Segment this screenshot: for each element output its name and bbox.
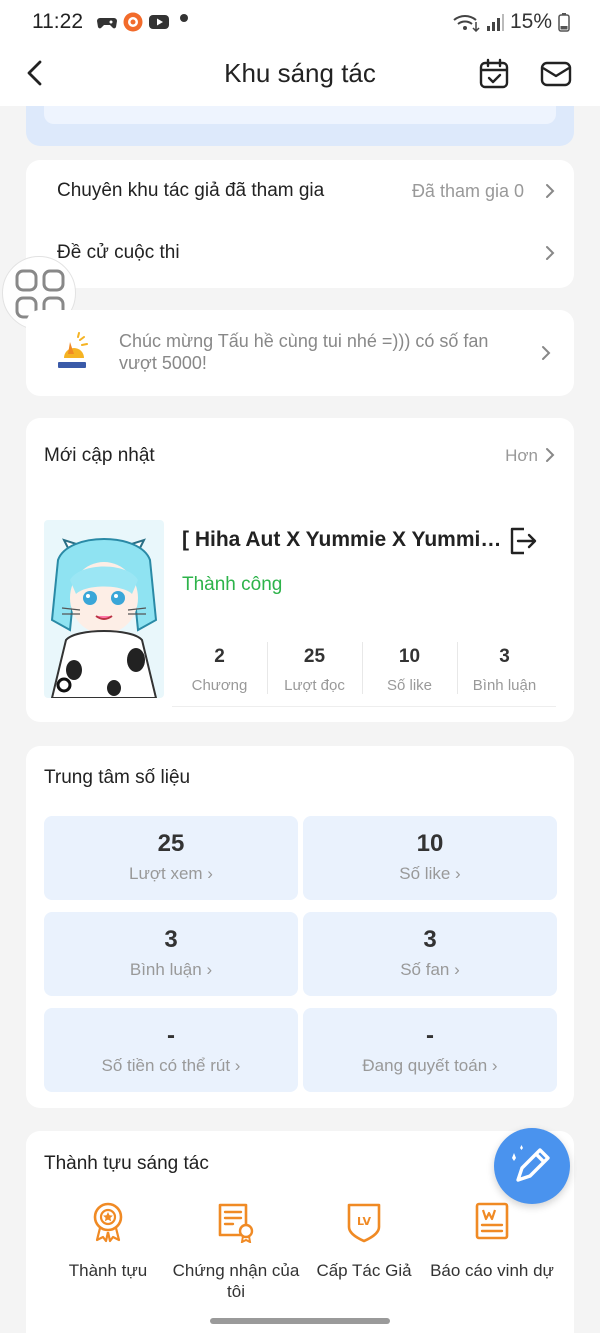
more-link[interactable]: Hơn	[505, 446, 538, 466]
tile-views[interactable]: 25 Lượt xem ›	[44, 816, 298, 900]
chevron-right-icon: ›	[491, 1056, 498, 1075]
home-indicator[interactable]	[210, 1318, 390, 1324]
recent-updates-title: Mới cập nhật	[44, 445, 155, 466]
stat-label: Bình luận	[472, 677, 537, 694]
write-fab-button[interactable]	[494, 1128, 570, 1204]
tile-label: Số fan ›	[400, 960, 460, 979]
achievements-title: Thành tựu sáng tác	[44, 1153, 209, 1174]
notification-icons	[96, 12, 170, 32]
story-cover[interactable]	[44, 520, 164, 698]
battery-percent: 15%	[509, 10, 552, 33]
chevron-right-icon	[546, 184, 555, 198]
achievement-label: Chứng nhận của tôi	[172, 1261, 300, 1301]
chevron-right-icon: ›	[207, 864, 213, 883]
mail-icon[interactable]	[540, 60, 572, 88]
stat-likes: 10 Số like	[362, 640, 457, 700]
calendar-check-icon[interactable]	[478, 58, 510, 90]
joined-zones-value: Đã tham gia 0	[411, 181, 524, 201]
youtube-icon	[149, 15, 169, 29]
tile-comments[interactable]: 3 Bình luận ›	[44, 912, 298, 996]
stat-comments: 3 Bình luận	[457, 640, 552, 700]
announcement-card[interactable]: Chúc mừng Tấu hề cùng tui nhé =))) có số…	[26, 310, 574, 396]
achievement-label: Thành tựu	[68, 1261, 148, 1280]
chevron-right-icon	[546, 246, 555, 260]
exit-icon[interactable]	[506, 525, 538, 557]
stat-label: Chương	[191, 677, 248, 694]
chevron-right-icon: ›	[455, 864, 461, 883]
stat-value: 10	[398, 646, 421, 667]
tile-value: -	[167, 1022, 175, 1049]
nominate-contest-row[interactable]: Đề cử cuộc thi	[26, 222, 574, 284]
certificate-icon	[218, 1203, 254, 1244]
divider	[172, 706, 556, 707]
megaphone-icon	[58, 332, 88, 368]
joined-zones-row[interactable]: Chuyên khu tác giả đã tham gia Đã tham g…	[26, 160, 574, 222]
promo-banner[interactable]	[26, 106, 574, 146]
tile-settling[interactable]: - Đang quyết toán ›	[303, 1008, 557, 1092]
page-title: Khu sáng tác	[224, 58, 376, 88]
system-status: 15%	[452, 10, 570, 34]
stat-reads: 25 Lượt đọc	[267, 640, 362, 700]
honor-report-icon	[475, 1202, 509, 1240]
tile-value: 3	[164, 926, 178, 953]
story-title[interactable]: [ Hiha Aut X Yummie X Yummie...	[182, 528, 507, 552]
story-stats: 2 Chương 25 Lượt đọc 10 Số like 3 Bình l…	[172, 640, 552, 700]
status-time: 11:22	[32, 10, 83, 33]
data-center-title: Trung tâm số liệu	[44, 767, 191, 788]
tile-value: 25	[157, 830, 185, 857]
tile-value: 3	[423, 926, 437, 953]
promo-banner-inner	[44, 106, 556, 124]
stat-value: 25	[303, 646, 326, 667]
pen-icon	[512, 1145, 550, 1182]
chevron-right-icon: ›	[206, 960, 213, 979]
achievement-label: Cấp Tác Giả	[316, 1261, 412, 1280]
chevron-right-icon[interactable]	[544, 446, 556, 464]
achievement-item-author-level[interactable]: LV Cấp Tác Giả	[298, 1201, 430, 1281]
stat-value: 3	[499, 646, 510, 667]
data-center-card: Trung tâm số liệu 25 Lượt xem › 10 Số li…	[26, 746, 574, 1108]
recent-updates-card: Mới cập nhật Hơn [ Hiha Aut X Yummie X Y…	[26, 418, 574, 722]
achievements-card: Thành tựu sáng tác Thành tựu Chứng nhận …	[26, 1131, 574, 1333]
tile-value: 10	[416, 830, 444, 857]
top-app-bar: Khu sáng tác	[0, 44, 600, 106]
achievement-item-honor-report[interactable]: Báo cáo vinh dự	[426, 1201, 558, 1281]
more-notifications-dot	[180, 14, 188, 22]
stat-label: Số like	[386, 677, 433, 694]
level-badge-icon: LV	[347, 1203, 381, 1243]
achievement-item-achievements[interactable]: Thành tựu	[42, 1201, 174, 1281]
tile-value: -	[426, 1022, 434, 1049]
signal-icon	[486, 14, 504, 31]
joined-zones-label: Chuyên khu tác giả đã tham gia	[57, 180, 325, 201]
tile-label: Lượt xem ›	[129, 864, 213, 883]
app-badge-icon	[123, 12, 143, 32]
chevron-right-icon: ›	[454, 960, 460, 979]
announcement-text: Chúc mừng Tấu hề cùng tui nhé =))) có số…	[119, 331, 489, 373]
tile-likes[interactable]: 10 Số like ›	[303, 816, 557, 900]
stat-chapters: 2 Chương	[172, 640, 267, 700]
author-menu-card: Chuyên khu tác giả đã tham gia Đã tham g…	[26, 160, 574, 288]
medal-icon	[93, 1202, 123, 1243]
stat-label: Lượt đọc	[284, 677, 345, 694]
gamepad-icon	[97, 18, 117, 29]
tile-label: Đang quyết toán ›	[362, 1056, 498, 1075]
achievement-item-certificates[interactable]: Chứng nhận của tôi	[170, 1201, 302, 1302]
chevron-right-icon: ›	[234, 1056, 241, 1075]
wifi-icon	[453, 15, 480, 32]
chevron-right-icon	[542, 346, 551, 360]
status-bar: 11:22 15%	[0, 0, 600, 44]
battery-icon	[558, 13, 570, 32]
story-status: Thành công	[182, 574, 283, 595]
stat-value: 2	[214, 646, 225, 667]
achievement-label: Báo cáo vinh dự	[430, 1261, 554, 1280]
tile-fans[interactable]: 3 Số fan ›	[303, 912, 557, 996]
tile-label: Bình luận ›	[129, 960, 213, 979]
svg-text:LV: LV	[357, 1215, 371, 1228]
story-cover-illustration	[44, 520, 164, 698]
tile-withdrawable[interactable]: - Số tiền có thể rút ›	[44, 1008, 298, 1092]
tile-label: Số tiền có thể rút ›	[101, 1056, 241, 1075]
tile-label: Số like ›	[399, 864, 461, 883]
